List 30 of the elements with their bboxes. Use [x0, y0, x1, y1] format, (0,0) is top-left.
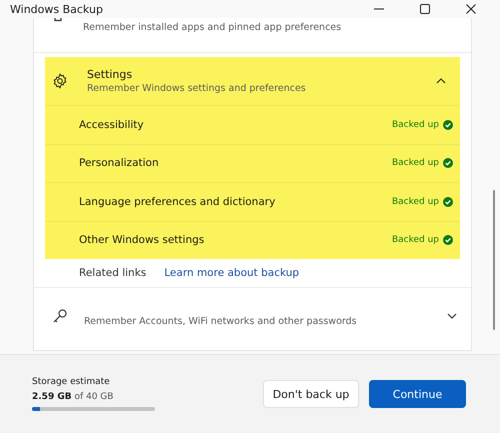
storage-label: Storage estimate — [32, 377, 111, 387]
continue-button[interactable]: Continue — [369, 380, 466, 408]
section-description: Remember Accounts, WiFi networks and other passwords — [84, 316, 358, 326]
check-icon — [443, 235, 453, 246]
status-label: Backed up — [392, 158, 439, 168]
status-label: Backed up — [392, 196, 439, 207]
window-title: Windows Backup — [10, 2, 103, 16]
check-icon — [443, 196, 453, 207]
section-title: Settings — [87, 68, 134, 81]
maximize-icon[interactable] — [419, 3, 431, 15]
check-icon — [443, 158, 453, 168]
gear-icon — [52, 73, 68, 89]
check-icon — [443, 120, 453, 130]
setting-label: Personalization — [79, 157, 160, 170]
setting-label: Accessibility — [79, 118, 145, 131]
backup-link[interactable]: Learn more about backup — [164, 267, 300, 279]
setting-label: Other Windows settings — [79, 234, 206, 246]
status-label: Backed up — [392, 120, 439, 130]
key-icon — [52, 308, 68, 324]
close-icon[interactable] — [465, 3, 477, 15]
related-links-label: Related links — [79, 267, 146, 279]
section-header[interactable]: Remember Accounts, WiFi networks and other passwords — [34, 288, 471, 344]
scrollbar[interactable] — [493, 190, 495, 330]
section-description: Remember installed apps and pinned app preferences — [83, 22, 342, 33]
storage-usage: 2.59 GB of 40 GB — [32, 392, 114, 402]
section-header[interactable]: Settings Remember Windows settings and preferences — [45, 57, 460, 105]
setting-label: Language preferences and dictionary — [79, 196, 276, 208]
skip-button[interactable]: Don't back up — [263, 380, 359, 408]
section-description: Remember Windows settings and preferences — [87, 83, 307, 94]
status-label: Backed up — [392, 235, 439, 246]
